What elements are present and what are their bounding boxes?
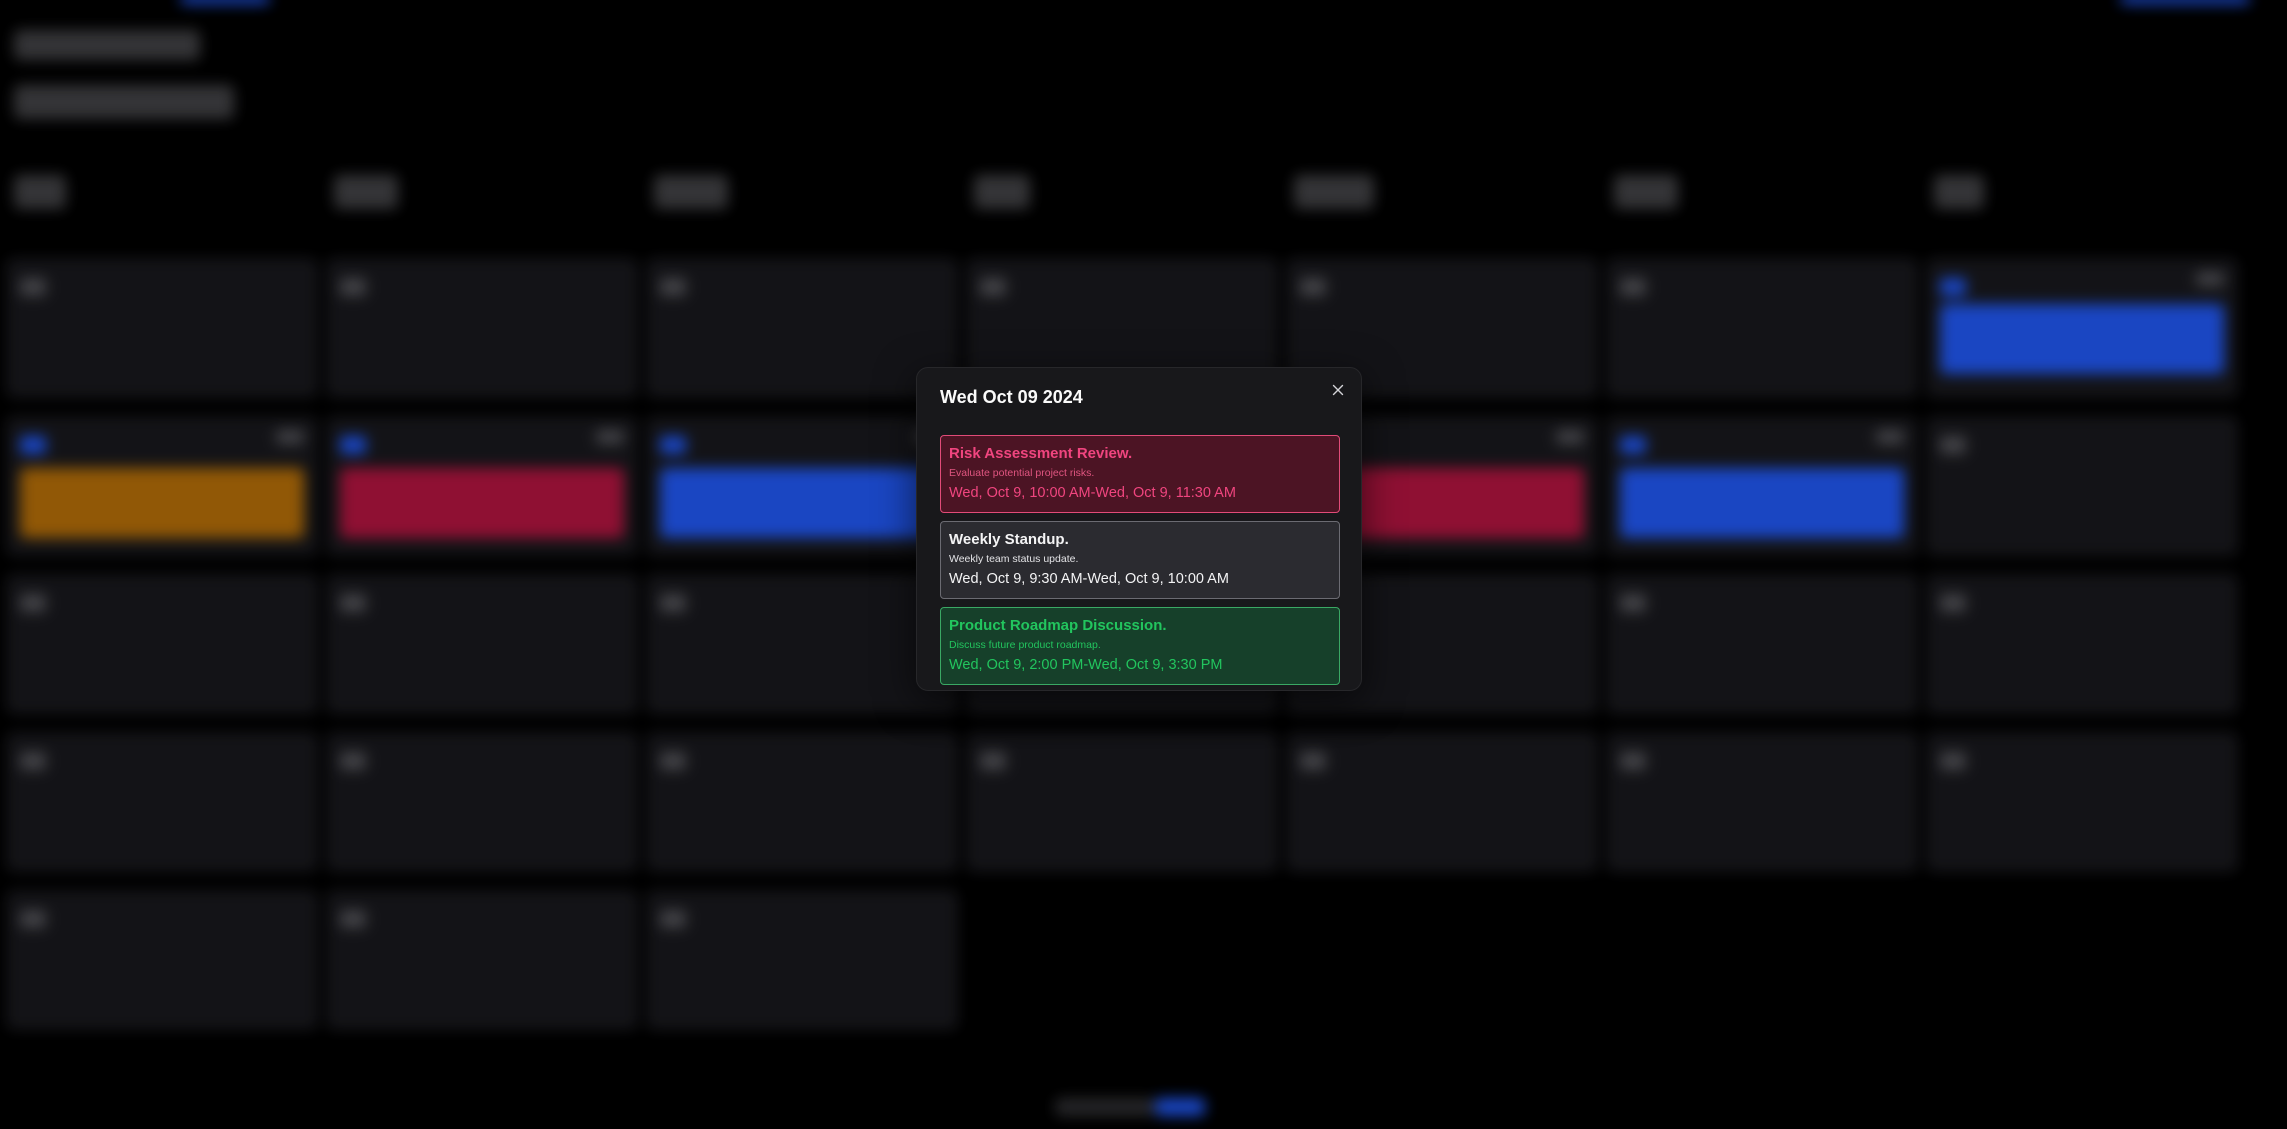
event-title: Risk Assessment Review. (949, 445, 1133, 462)
modal-title: Wed Oct 09 2024 (940, 387, 1083, 407)
day-cell[interactable] (1926, 732, 2238, 872)
weekday-header (974, 175, 1030, 209)
day-cell[interactable] (1606, 416, 1918, 556)
day-cell[interactable] (646, 890, 958, 1030)
event-card-weekly-standup[interactable]: Weekly Standup. Weekly team status updat… (940, 521, 1340, 599)
event-time: Wed, Oct 9, 10:00 AM-Wed, Oct 9, 11:30 A… (949, 485, 1236, 501)
weekday-header (654, 175, 728, 209)
day-cell[interactable] (326, 574, 638, 714)
day-cell[interactable] (6, 890, 318, 1030)
day-cell[interactable] (1926, 416, 2238, 556)
day-cell[interactable] (646, 732, 958, 872)
day-cell[interactable] (6, 732, 318, 872)
day-cell[interactable] (1926, 574, 2238, 714)
day-cell[interactable] (326, 258, 638, 398)
event-card-product-roadmap[interactable]: Product Roadmap Discussion. Discuss futu… (940, 607, 1340, 685)
footer-text (1055, 1098, 1155, 1116)
day-cell[interactable] (6, 574, 318, 714)
top-link-left (180, 0, 270, 4)
day-cell[interactable] (6, 416, 318, 556)
day-cell[interactable] (646, 574, 958, 714)
calendar-range-label (14, 85, 234, 119)
weekday-header (14, 175, 66, 209)
footer-link (1155, 1098, 1205, 1116)
weekday-header (1614, 175, 1678, 209)
day-cell[interactable] (646, 258, 958, 398)
event-description: Evaluate potential project risks. (949, 467, 1095, 479)
weekday-header (1294, 175, 1374, 209)
event-description: Discuss future product roadmap. (949, 639, 1101, 651)
calendar-page: Wed Oct 09 2024 Risk Assessment Review. … (0, 0, 2287, 1129)
day-cell[interactable] (1926, 258, 2238, 398)
day-cell[interactable] (1606, 258, 1918, 398)
day-events-modal: Wed Oct 09 2024 Risk Assessment Review. … (916, 367, 1362, 691)
day-cell[interactable] (6, 258, 318, 398)
day-cell[interactable] (326, 732, 638, 872)
close-button[interactable] (1327, 379, 1349, 401)
day-cell[interactable] (1606, 574, 1918, 714)
weekday-header (1934, 175, 1984, 209)
day-cell[interactable] (966, 732, 1278, 872)
event-title: Weekly Standup. (949, 531, 1069, 548)
day-cell[interactable] (1286, 732, 1598, 872)
event-time: Wed, Oct 9, 2:00 PM-Wed, Oct 9, 3:30 PM (949, 657, 1223, 673)
event-card-risk-assessment[interactable]: Risk Assessment Review. Evaluate potenti… (940, 435, 1340, 513)
event-list: Risk Assessment Review. Evaluate potenti… (940, 435, 1340, 693)
top-link-right (2120, 0, 2250, 4)
day-cell[interactable] (326, 890, 638, 1030)
weekday-header (334, 175, 398, 209)
day-cell[interactable] (646, 416, 958, 556)
calendar-month-title (14, 30, 200, 60)
close-icon (1332, 384, 1344, 396)
event-description: Weekly team status update. (949, 553, 1079, 565)
event-time: Wed, Oct 9, 9:30 AM-Wed, Oct 9, 10:00 AM (949, 571, 1229, 587)
day-cell[interactable] (1606, 732, 1918, 872)
event-title: Product Roadmap Discussion. (949, 617, 1167, 634)
day-cell[interactable] (326, 416, 638, 556)
